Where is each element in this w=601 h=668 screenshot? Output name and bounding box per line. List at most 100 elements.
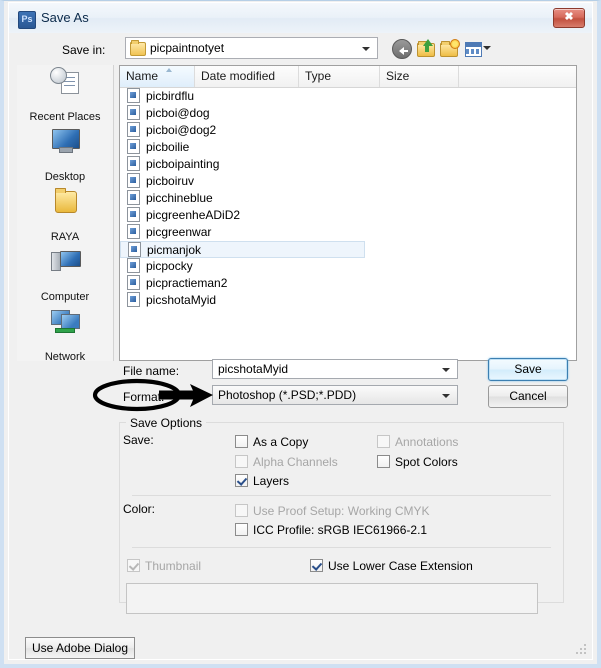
list-item[interactable]: picgreenwar: [120, 224, 576, 241]
list-item[interactable]: picbirdflu: [120, 88, 576, 105]
list-item[interactable]: picboilie: [120, 139, 576, 156]
list-item[interactable]: picchineblue: [120, 190, 576, 207]
photoshop-icon: Ps: [18, 11, 36, 29]
psd-file-icon: [127, 190, 140, 205]
save-options-title: Save Options: [126, 416, 207, 430]
file-list[interactable]: Name Date modified Type Size picbirdflu …: [119, 65, 577, 361]
psd-file-icon: [127, 207, 140, 222]
psd-file-icon: [127, 156, 140, 171]
checkbox-box: [127, 559, 140, 572]
list-item[interactable]: picboi@dog2: [120, 122, 576, 139]
color-row-label: Color:: [123, 502, 156, 516]
column-header-type[interactable]: Type: [299, 66, 380, 87]
list-item[interactable]: picpractieman2: [120, 275, 576, 292]
computer-icon: [50, 247, 81, 275]
checkbox-icc-profile[interactable]: ICC Profile: sRGB IEC61966-2.1: [235, 523, 427, 537]
place-item-computer[interactable]: Computer: [17, 245, 113, 303]
back-button[interactable]: [390, 37, 412, 59]
checkbox-box: [377, 435, 390, 448]
list-item-selected[interactable]: picmanjok: [120, 241, 365, 258]
psd-file-icon: [127, 122, 140, 137]
checkbox-box: [377, 455, 390, 468]
save-in-label: Save in:: [62, 43, 106, 57]
save-row-label: Save:: [123, 433, 154, 447]
preview-box: [126, 583, 538, 614]
place-item-raya[interactable]: RAYA: [17, 185, 113, 243]
list-item[interactable]: picboiruv: [120, 173, 576, 190]
network-icon: [50, 307, 80, 335]
file-name-input[interactable]: picshotaMyid: [212, 359, 458, 379]
psd-file-icon: [127, 258, 140, 273]
column-header-date-modified[interactable]: Date modified: [195, 66, 299, 87]
file-name-label: File name:: [123, 364, 180, 378]
checkbox-annotations: Annotations: [377, 435, 458, 449]
divider: [132, 495, 551, 496]
views-grid-icon: [465, 42, 482, 57]
checkbox-use-lower-case-extension[interactable]: Use Lower Case Extension: [310, 559, 473, 573]
psd-file-icon: [127, 224, 140, 239]
folder-icon: [50, 187, 80, 215]
place-item-recent[interactable]: Recent Places: [17, 65, 113, 123]
chevron-down-icon: [483, 46, 491, 50]
psd-file-icon: [127, 105, 140, 120]
list-item[interactable]: picshotaMyid: [120, 292, 576, 309]
chevron-down-icon: [442, 394, 450, 398]
checkbox-box: [235, 435, 248, 448]
save-as-dialog-window: Ps Save As ✖ Save in: picpaintnotyet Rec…: [0, 0, 601, 668]
save-button[interactable]: Save: [488, 358, 568, 381]
page-title: Save As: [41, 10, 89, 25]
format-dropdown[interactable]: Photoshop (*.PSD;*.PDD): [212, 385, 458, 405]
checkbox-box: [235, 474, 248, 487]
format-label: Format:: [123, 390, 165, 404]
checkbox-as-a-copy[interactable]: As a Copy: [235, 435, 308, 449]
sort-ascending-icon: [166, 68, 172, 72]
list-item[interactable]: picgreenheADiD2: [120, 207, 576, 224]
checkbox-box: [235, 523, 248, 536]
divider: [132, 547, 551, 548]
new-folder-button[interactable]: [438, 37, 460, 59]
checkbox-box: [310, 559, 323, 572]
psd-file-icon: [127, 275, 140, 290]
up-one-level-button[interactable]: [415, 37, 437, 59]
psd-file-icon: [127, 173, 140, 188]
psd-file-icon: [128, 242, 141, 257]
checkbox-thumbnail: Thumbnail: [127, 559, 201, 573]
folder-icon: [130, 40, 146, 56]
list-item[interactable]: picboipainting: [120, 156, 576, 173]
checkbox-layers[interactable]: Layers: [235, 474, 289, 488]
psd-file-icon: [127, 88, 140, 103]
place-item-network[interactable]: Network: [17, 305, 113, 363]
place-label: Computer: [40, 291, 90, 303]
column-header-name[interactable]: Name: [120, 66, 195, 87]
close-icon[interactable]: ✖: [553, 8, 585, 28]
save-in-dropdown[interactable]: picpaintnotyet: [125, 37, 378, 59]
place-label: Network: [44, 351, 86, 363]
use-adobe-dialog-button[interactable]: Use Adobe Dialog: [25, 637, 135, 659]
cancel-button[interactable]: Cancel: [488, 385, 568, 408]
checkbox-box: [235, 504, 248, 517]
chevron-down-icon: [442, 368, 450, 372]
checkbox-box: [235, 455, 248, 468]
column-headers: Name Date modified Type Size: [120, 66, 576, 88]
resize-grip[interactable]: [576, 644, 586, 654]
list-item[interactable]: picpocky: [120, 258, 576, 275]
views-button[interactable]: [463, 37, 493, 59]
checkbox-spot-colors[interactable]: Spot Colors: [377, 455, 458, 469]
column-header-size[interactable]: Size: [380, 66, 459, 87]
psd-file-icon: [127, 292, 140, 307]
checkbox-alpha-channels: Alpha Channels: [235, 455, 338, 469]
format-value: Photoshop (*.PSD;*.PDD): [218, 388, 357, 402]
dialog-chrome: Ps Save As ✖ Save in: picpaintnotyet Rec…: [8, 2, 593, 660]
place-item-desktop[interactable]: Desktop: [17, 125, 113, 183]
back-arrow-icon: [392, 39, 412, 59]
chevron-down-icon: [362, 47, 370, 51]
place-label: Desktop: [44, 171, 86, 183]
file-rows: picbirdflu picboi@dog picboi@dog2 picboi…: [120, 88, 576, 360]
places-bar: Recent Places Desktop RAYA Computer Netw…: [17, 65, 114, 363]
list-item[interactable]: picboi@dog: [120, 105, 576, 122]
checkbox-use-proof-setup: Use Proof Setup: Working CMYK: [235, 504, 430, 518]
file-name-value: picshotaMyid: [218, 362, 289, 376]
place-label: RAYA: [50, 231, 80, 243]
psd-file-icon: [127, 139, 140, 154]
title-bar: Ps Save As ✖: [9, 3, 592, 33]
